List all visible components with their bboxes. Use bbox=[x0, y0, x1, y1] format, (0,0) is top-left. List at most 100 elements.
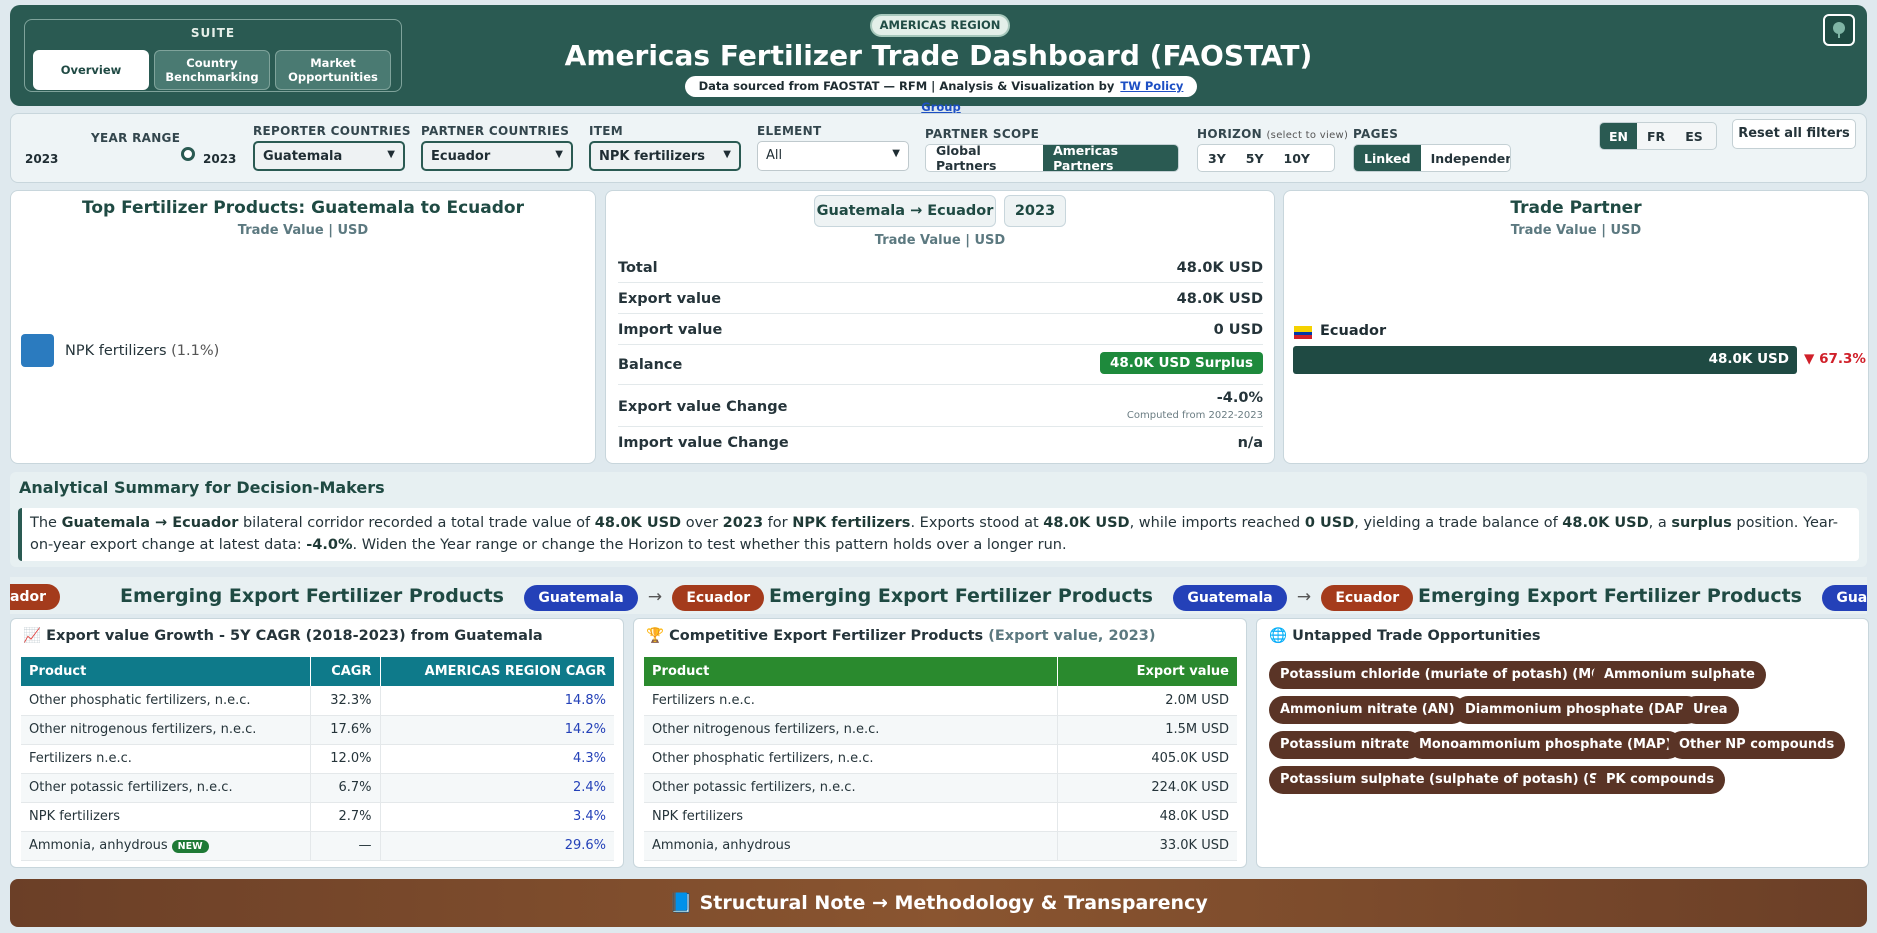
table-header-row: Product CAGR AMERICAS REGION CAGR bbox=[21, 657, 614, 686]
horizon-10y[interactable]: 10Y bbox=[1274, 145, 1320, 171]
year-pill: 2023 bbox=[1004, 195, 1066, 227]
table-row: Ammonia, anhydrous 33.0K USD bbox=[644, 831, 1237, 861]
scope-label: PARTNER SCOPE bbox=[925, 127, 1040, 141]
item-select[interactable]: NPK fertilizers ▼ bbox=[589, 141, 741, 171]
pages-independent[interactable]: Independent bbox=[1421, 145, 1510, 171]
new-badge: NEW bbox=[171, 840, 209, 853]
metric-value: 48.0K USD bbox=[1176, 260, 1263, 276]
corridor-pill: Guatemala → Ecuador bbox=[814, 195, 996, 227]
table-row: Other potassic fertilizers, n.e.c. 6.7% 2.… bbox=[21, 773, 614, 803]
horizon-label: HORIZON (select to view) bbox=[1197, 127, 1348, 141]
scope-global[interactable]: Global Partners bbox=[926, 145, 1043, 171]
ticker-partner-pill: ador bbox=[10, 584, 60, 610]
balance-badge: 48.0K USD Surplus bbox=[1100, 352, 1263, 374]
arrow-right-icon: → bbox=[647, 587, 663, 607]
ticker-item: Emerging Export Fertilizer Products Guat… bbox=[1418, 583, 1867, 611]
ticker-text: Emerging Export Fertilizer Products bbox=[769, 585, 1153, 607]
cell-export-value: 1.5M USD bbox=[1056, 715, 1237, 745]
trophy-icon: 🏆 bbox=[646, 628, 665, 644]
opportunity-chip[interactable]: Monoammonium phosphate (MAP) bbox=[1408, 731, 1683, 759]
opportunity-chip[interactable]: Diammonium phosphate (DAP) bbox=[1454, 696, 1702, 724]
untapped-panel: 🌐 Untapped Trade Opportunities Potassium… bbox=[1256, 618, 1869, 868]
opportunity-chip[interactable]: Potassium sulphate (sulphate of potash) … bbox=[1269, 766, 1636, 794]
cell-cagr: — bbox=[309, 831, 380, 861]
year-start: 2023 bbox=[25, 152, 59, 166]
competitive-panel: 🏆 Competitive Export Fertilizer Products… bbox=[633, 618, 1247, 868]
language-toggle: EN FR ES bbox=[1599, 122, 1717, 150]
table-row: Fertilizers n.e.c. 12.0% 4.3% bbox=[21, 744, 614, 774]
competitive-title: 🏆 Competitive Export Fertilizer Products… bbox=[646, 627, 1155, 644]
cell-region-cagr: 2.4% bbox=[379, 773, 614, 803]
reset-filters-button[interactable]: Reset all filters bbox=[1732, 119, 1856, 149]
cell-product: Ammonia, anhydrous NEW bbox=[21, 831, 310, 861]
emerging-products-ticker: ador Emerging Export Fertilizer Products… bbox=[10, 577, 1867, 614]
col-export-value: Export value bbox=[1056, 657, 1237, 686]
cell-product: NPK fertilizers bbox=[644, 802, 1057, 832]
source-note: Data sourced from FAOSTAT — RFM | Analys… bbox=[685, 76, 1197, 114]
reporter-value: Guatemala bbox=[263, 149, 343, 164]
opportunity-chip[interactable]: Potassium nitrate bbox=[1269, 731, 1422, 759]
opportunity-chip[interactable]: Potassium chloride (muriate of potash) (… bbox=[1269, 661, 1629, 689]
metric-label: Export value bbox=[618, 291, 722, 307]
cell-region-cagr: 4.3% bbox=[379, 744, 614, 774]
chevron-down-icon: ▼ bbox=[723, 149, 731, 160]
reporter-label: REPORTER COUNTRIES bbox=[253, 124, 411, 138]
growth-panel: 📈 Export value Growth - 5Y CAGR (2018-20… bbox=[10, 618, 624, 868]
legend-item-label: NPK fertilizers bbox=[65, 343, 167, 359]
horizon-toggle: 3Y 5Y 10Y bbox=[1197, 144, 1335, 172]
ticker-item: Emerging Export Fertilizer Products Guat… bbox=[120, 583, 765, 611]
methodology-label: Structural Note → Methodology & Transpar… bbox=[699, 892, 1208, 914]
opportunity-chip[interactable]: PK compounds bbox=[1595, 766, 1726, 794]
partner-select[interactable]: Ecuador ▼ bbox=[421, 141, 573, 171]
lang-es[interactable]: ES bbox=[1675, 123, 1713, 149]
horizon-3y[interactable]: 3Y bbox=[1198, 145, 1236, 171]
summary-text-part: . Exports stood at bbox=[910, 515, 1044, 531]
metric-row-import: Import value 0 USD bbox=[618, 316, 1263, 345]
summary-text-part: The bbox=[30, 515, 62, 531]
element-select[interactable]: All ▼ bbox=[757, 141, 909, 171]
legend-swatch[interactable] bbox=[21, 334, 54, 367]
lang-fr[interactable]: FR bbox=[1637, 123, 1675, 149]
cell-product: Other potassic fertilizers, n.e.c. bbox=[21, 773, 310, 803]
opportunity-chip[interactable]: Other NP compounds bbox=[1668, 731, 1846, 759]
metric-row-balance: Balance 48.0K USD Surplus bbox=[618, 347, 1263, 385]
cell-product: Other nitrogenous fertilizers, n.e.c. bbox=[644, 715, 1057, 745]
top-products-title: Top Fertilizer Products: Guatemala to Ec… bbox=[82, 198, 524, 218]
cell-cagr: 6.7% bbox=[309, 773, 380, 803]
cell-cagr: 17.6% bbox=[309, 715, 380, 745]
horizon-5y[interactable]: 5Y bbox=[1236, 145, 1274, 171]
opportunity-chip[interactable]: Ammonium sulphate bbox=[1593, 661, 1766, 689]
ecuador-flag-icon bbox=[1294, 326, 1312, 339]
opportunity-chip[interactable]: Urea bbox=[1682, 696, 1739, 724]
chevron-down-icon: ▼ bbox=[387, 149, 395, 160]
partner-value: Ecuador bbox=[431, 149, 491, 164]
cell-export-value: 224.0K USD bbox=[1056, 773, 1237, 803]
reporter-select[interactable]: Guatemala ▼ bbox=[253, 141, 405, 171]
scope-toggle: Global Partners Americas Partners bbox=[925, 144, 1179, 172]
col-region-cagr: AMERICAS REGION CAGR bbox=[379, 657, 614, 686]
lang-en[interactable]: EN bbox=[1600, 123, 1638, 149]
ticker-text: Emerging Export Fertilizer Products bbox=[120, 585, 504, 607]
year-slider-handle[interactable] bbox=[181, 147, 195, 161]
partner-bar[interactable]: 48.0K USD bbox=[1293, 346, 1797, 374]
cell-product: Other phosphatic fertilizers, n.e.c. bbox=[21, 686, 310, 716]
opportunity-chip[interactable]: Ammonium nitrate (AN) bbox=[1269, 696, 1466, 724]
scope-americas[interactable]: Americas Partners bbox=[1043, 145, 1178, 171]
summary-imports: 0 USD bbox=[1304, 515, 1355, 531]
cell-region-cagr: 14.8% bbox=[379, 686, 614, 716]
legend-item[interactable]: NPK fertilizers (1.1%) bbox=[65, 343, 219, 359]
table-row: Ammonia, anhydrous NEW —29.6% bbox=[21, 831, 614, 861]
metric-row-export-change: Export value Change -4.0% Computed from 20… bbox=[618, 387, 1263, 427]
region-badge: AMERICAS REGION bbox=[870, 14, 1010, 37]
cell-region-cagr: 3.4% bbox=[379, 802, 614, 832]
summary-text-part: , yielding a trade balance of bbox=[1354, 515, 1563, 531]
methodology-button[interactable]: 📘 Structural Note → Methodology & Transp… bbox=[10, 879, 1867, 927]
metric-row-export: Export value 48.0K USD bbox=[618, 285, 1263, 314]
top-products-card: Top Fertilizer Products: Guatemala to Ec… bbox=[10, 190, 596, 464]
pages-linked[interactable]: Linked bbox=[1354, 145, 1421, 171]
logo-icon bbox=[1823, 14, 1855, 46]
metric-label: Import value bbox=[618, 322, 723, 338]
metric-value: 48.0K USD bbox=[1176, 291, 1263, 307]
table-row: Other nitrogenous fertilizers, n.e.c. 1.5… bbox=[644, 715, 1237, 745]
suite-label: SUITE bbox=[190, 26, 236, 40]
